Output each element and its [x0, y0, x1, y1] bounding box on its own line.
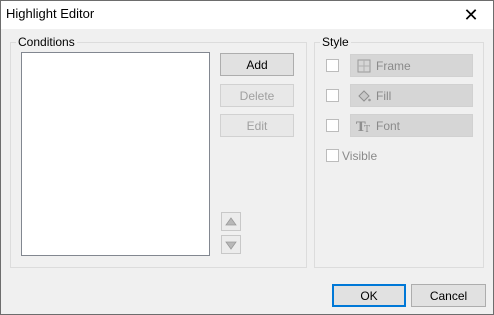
arrow-up-icon [225, 216, 237, 225]
edit-button[interactable]: Edit [220, 114, 294, 137]
visible-label: Visible [342, 149, 378, 163]
cancel-button[interactable]: Cancel [411, 284, 486, 307]
style-group-label: Style [320, 35, 351, 49]
ok-button[interactable]: OK [332, 284, 406, 307]
close-icon: ✕ [463, 4, 479, 25]
fill-checkbox[interactable] [326, 89, 339, 102]
font-icon: T T [356, 118, 372, 134]
paint-bucket-icon [356, 88, 372, 104]
font-label: Font [376, 118, 401, 133]
frame-icon [356, 58, 372, 74]
frame-checkbox[interactable] [326, 59, 339, 72]
move-up-button[interactable] [221, 212, 241, 231]
fill-label: Fill [376, 88, 392, 103]
arrow-down-icon [225, 241, 237, 250]
fill-button[interactable]: Fill [350, 84, 473, 107]
font-checkbox[interactable] [326, 119, 339, 132]
conditions-group-label: Conditions [16, 35, 77, 49]
font-button[interactable]: T T Font [350, 114, 473, 137]
window-title: Highlight Editor [6, 6, 95, 21]
svg-text:T: T [364, 125, 370, 133]
conditions-list[interactable] [21, 52, 210, 256]
move-down-button[interactable] [221, 235, 241, 254]
delete-button[interactable]: Delete [220, 84, 294, 107]
visible-checkbox[interactable] [326, 149, 339, 162]
title-bar: Highlight Editor ✕ [1, 1, 493, 29]
close-button[interactable]: ✕ [449, 1, 493, 29]
add-button[interactable]: Add [220, 53, 294, 76]
highlight-editor-dialog: Highlight Editor ✕ Conditions Add Delete… [0, 0, 494, 315]
frame-button[interactable]: Frame [350, 54, 473, 77]
frame-label: Frame [376, 58, 411, 73]
